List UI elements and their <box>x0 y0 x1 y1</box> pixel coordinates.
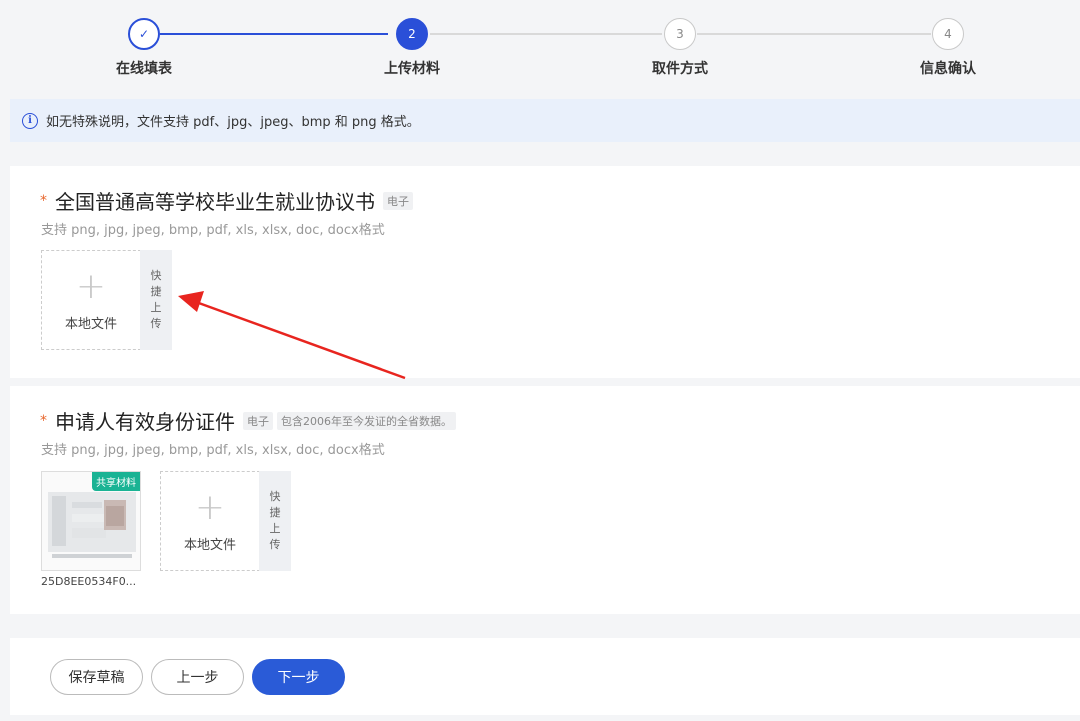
info-banner: i 如无特殊说明，文件支持 pdf、jpg、jpeg、bmp 和 png 格式。 <box>10 99 1080 142</box>
section-title-row: * 申请人有效身份证件 电子 包含2006年至今发证的全省数据。 <box>40 406 456 435</box>
data-range-tag: 包含2006年至今发证的全省数据。 <box>277 412 456 430</box>
electronic-tag: 电子 <box>383 192 413 210</box>
plus-icon: + <box>76 269 106 305</box>
next-step-button[interactable]: 下一步 <box>252 659 345 695</box>
section-title: 申请人有效身份证件 <box>55 406 235 435</box>
shared-file-thumbnail[interactable]: 共享材料 <box>41 471 141 571</box>
progress-stepper: ✓ 2 3 4 在线填表 上传材料 取件方式 信息确认 <box>0 0 1080 98</box>
section-title: 全国普通高等学校毕业生就业协议书 <box>55 186 375 215</box>
step-connector-3 <box>697 33 931 35</box>
step-2-number: 2 <box>396 18 428 50</box>
required-mark: * <box>40 193 47 209</box>
footer-actions: 保存草稿 上一步 下一步 <box>10 638 1080 715</box>
step-3-label: 取件方式 <box>620 58 740 78</box>
material-section-id-card: * 申请人有效身份证件 电子 包含2006年至今发证的全省数据。 支持 png,… <box>10 386 1080 614</box>
required-mark: * <box>40 413 47 429</box>
format-hint: 支持 png, jpg, jpeg, bmp, pdf, xls, xlsx, … <box>41 439 385 458</box>
section-title-row: * 全国普通高等学校毕业生就业协议书 电子 <box>40 186 413 215</box>
shared-material-badge: 共享材料 <box>92 472 140 491</box>
step-4-number: 4 <box>932 18 964 50</box>
step-1-label: 在线填表 <box>84 58 204 78</box>
step-3-number: 3 <box>664 18 696 50</box>
previous-step-button[interactable]: 上一步 <box>151 659 244 695</box>
electronic-tag: 电子 <box>243 412 273 430</box>
step-2-label: 上传材料 <box>352 58 472 78</box>
material-section-agreement: * 全国普通高等学校毕业生就业协议书 电子 支持 png, jpg, jpeg,… <box>10 166 1080 378</box>
upload-label: 本地文件 <box>65 313 117 332</box>
step-1-check-icon: ✓ <box>128 18 160 50</box>
file-name: 25D8EE0534F0... <box>41 575 136 588</box>
step-connector-1 <box>160 33 388 35</box>
plus-icon: + <box>195 490 225 526</box>
upload-label: 本地文件 <box>184 534 236 553</box>
local-file-upload-button[interactable]: + 本地文件 <box>41 250 141 350</box>
save-draft-button[interactable]: 保存草稿 <box>50 659 143 695</box>
step-4-label: 信息确认 <box>888 58 1008 78</box>
quick-upload-button[interactable]: 快 捷 上 传 <box>140 250 172 350</box>
info-text: 如无特殊说明，文件支持 pdf、jpg、jpeg、bmp 和 png 格式。 <box>46 111 420 130</box>
quick-upload-button[interactable]: 快 捷 上 传 <box>259 471 291 571</box>
step-connector-2 <box>430 33 662 35</box>
format-hint: 支持 png, jpg, jpeg, bmp, pdf, xls, xlsx, … <box>41 219 385 238</box>
info-icon: i <box>22 113 38 129</box>
local-file-upload-button[interactable]: + 本地文件 <box>160 471 260 571</box>
